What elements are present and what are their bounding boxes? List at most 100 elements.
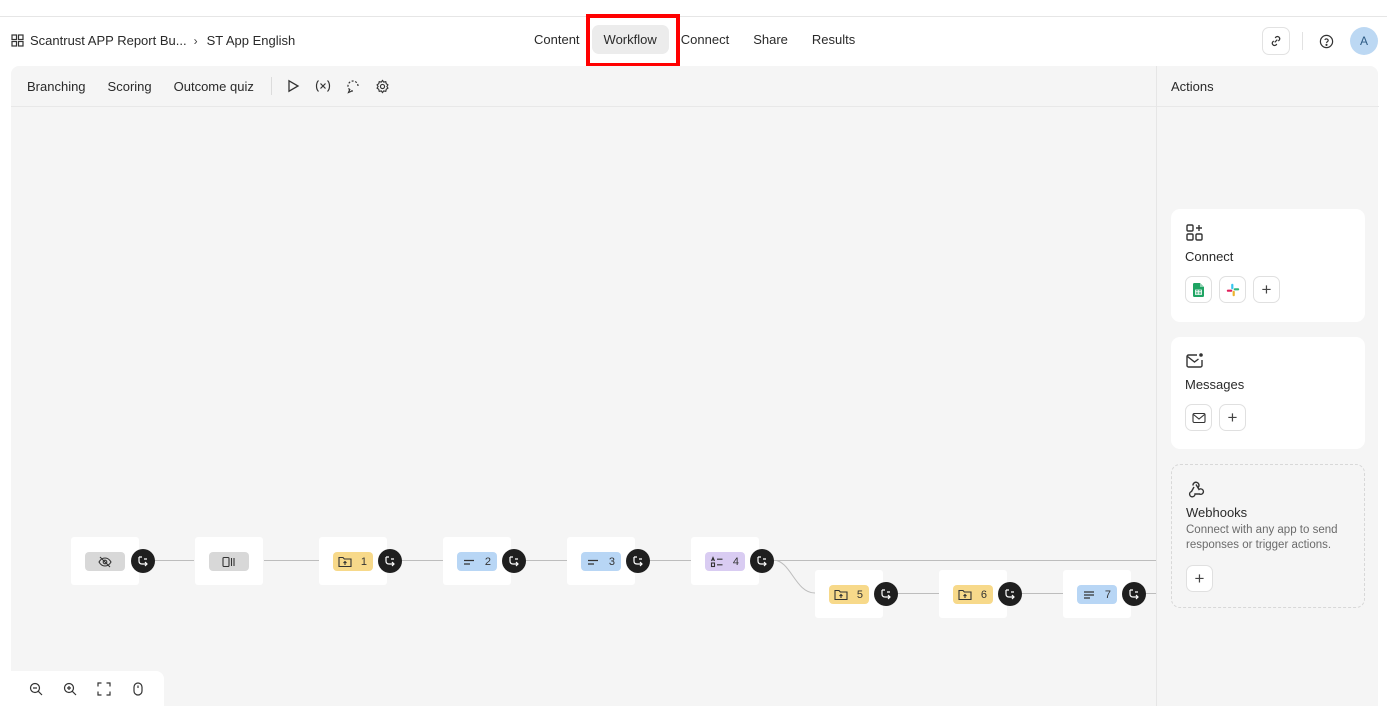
variables-icon xyxy=(315,80,330,92)
top-header: Scantrust APP Report Bu... › ST App Engl… xyxy=(0,17,1387,65)
node-number: 5 xyxy=(856,588,863,601)
branch-button[interactable] xyxy=(626,549,650,573)
messages-title: Messages xyxy=(1185,377,1245,392)
eye-off-icon xyxy=(97,556,112,567)
settings-button[interactable] xyxy=(368,72,398,100)
node-number: 2 xyxy=(484,555,491,568)
workflow-canvas[interactable]: Branching Scoring Outcome quiz 1 2 3 4 5… xyxy=(11,66,1156,706)
webhooks-card: Webhooks Connect with any app to send re… xyxy=(1171,464,1365,608)
branch-button[interactable] xyxy=(750,549,774,573)
mail-notification-icon xyxy=(1186,353,1203,368)
avatar[interactable]: A xyxy=(1350,27,1378,55)
logic-button[interactable] xyxy=(338,72,368,100)
branching-button[interactable]: Branching xyxy=(16,73,97,100)
fit-screen-button[interactable] xyxy=(87,675,121,703)
node-pill xyxy=(85,552,125,571)
webhooks-description: Connect with any app to send responses o… xyxy=(1186,524,1338,551)
help-icon xyxy=(1319,34,1333,48)
breadcrumb-project[interactable]: Scantrust APP Report Bu... xyxy=(30,33,187,48)
group-icon xyxy=(834,589,848,601)
actions-divider xyxy=(1157,106,1379,107)
workflow-node[interactable]: 6 xyxy=(939,570,1007,618)
webhooks-title: Webhooks xyxy=(1186,505,1248,520)
welcome-screen-icon xyxy=(221,556,235,567)
node-pill: 2 xyxy=(457,552,497,571)
tab-results[interactable]: Results xyxy=(800,25,867,54)
actions-panel: Actions Connect + Messages + Webhooks Co… xyxy=(1156,66,1379,706)
add-integration-button[interactable]: + xyxy=(1253,276,1280,303)
branch-icon xyxy=(385,556,395,567)
branch-button[interactable] xyxy=(874,582,898,606)
settings-icon xyxy=(376,78,390,94)
add-webhook-button[interactable]: + xyxy=(1186,565,1213,592)
branch-button[interactable] xyxy=(131,549,155,573)
outcome-quiz-button[interactable]: Outcome quiz xyxy=(163,73,265,100)
group-icon xyxy=(338,556,352,568)
workflow-edge xyxy=(773,560,1156,561)
zoom-out-button[interactable] xyxy=(19,675,53,703)
chevron-right-icon: › xyxy=(193,33,198,48)
node-number: 7 xyxy=(1104,588,1111,601)
help-button[interactable] xyxy=(1312,27,1340,55)
webhook-icon xyxy=(1188,481,1205,498)
mouse-mode-button[interactable] xyxy=(121,675,155,703)
workflow-node[interactable]: 7 xyxy=(1063,570,1131,618)
multiple-choice-icon xyxy=(710,555,723,567)
email-button[interactable] xyxy=(1185,404,1212,431)
link-icon xyxy=(1271,35,1281,47)
webhooks-buttons: + xyxy=(1186,565,1350,592)
workflow-edge xyxy=(897,593,939,594)
zoom-in-button[interactable] xyxy=(53,675,87,703)
workflow-toolbar: Branching Scoring Outcome quiz xyxy=(11,66,1156,107)
workflow-node[interactable]: 4 xyxy=(691,537,759,585)
workflow-node[interactable]: 2 xyxy=(443,537,511,585)
preview-button[interactable] xyxy=(278,72,308,100)
connect-title: Connect xyxy=(1185,249,1234,264)
node-pill xyxy=(209,552,249,571)
node-number: 4 xyxy=(732,555,739,568)
workflow-node[interactable]: 3 xyxy=(567,537,635,585)
highlight-annotation xyxy=(586,14,680,67)
long-text-icon xyxy=(1084,590,1094,599)
short-text-icon xyxy=(588,559,598,565)
group-icon xyxy=(958,589,972,601)
tab-share[interactable]: Share xyxy=(741,25,800,54)
plus-icon: + xyxy=(1227,408,1238,427)
copy-link-button[interactable] xyxy=(1262,27,1290,55)
messages-card: Messages + xyxy=(1171,337,1365,449)
workflow-node[interactable] xyxy=(195,537,263,585)
node-pill: 7 xyxy=(1077,585,1117,604)
branch-button[interactable] xyxy=(378,549,402,573)
short-text-icon xyxy=(464,559,474,565)
workflow-edge xyxy=(1145,593,1156,594)
mail-icon xyxy=(1191,412,1206,423)
slack-button[interactable] xyxy=(1219,276,1246,303)
workflow-node[interactable] xyxy=(71,537,139,585)
branch-button[interactable] xyxy=(1122,582,1146,606)
workflow-node[interactable]: 1 xyxy=(319,537,387,585)
branch-icon xyxy=(1005,589,1015,600)
breadcrumb-page[interactable]: ST App English xyxy=(207,33,296,48)
header-actions: A xyxy=(1262,27,1378,55)
messages-buttons: + xyxy=(1185,404,1351,431)
node-number: 3 xyxy=(608,555,615,568)
branch-button[interactable] xyxy=(502,549,526,573)
node-pill: 4 xyxy=(705,552,745,571)
mouse-icon xyxy=(133,681,143,696)
branch-button[interactable] xyxy=(998,582,1022,606)
scoring-button[interactable]: Scoring xyxy=(97,73,163,100)
connect-card: Connect + xyxy=(1171,209,1365,322)
workflow-node[interactable]: 5 xyxy=(815,570,883,618)
node-pill: 5 xyxy=(829,585,869,604)
logic-loop-icon xyxy=(347,80,359,94)
slack-icon xyxy=(1226,283,1239,296)
plus-icon: + xyxy=(1261,280,1272,299)
add-message-button[interactable]: + xyxy=(1219,404,1246,431)
variables-button[interactable] xyxy=(308,72,338,100)
branch-icon xyxy=(1129,589,1139,600)
workspace-grid-icon[interactable] xyxy=(11,34,24,47)
connect-buttons: + xyxy=(1185,276,1351,303)
google-sheets-button[interactable] xyxy=(1185,276,1212,303)
google-sheets-icon xyxy=(1193,282,1204,297)
tab-content[interactable]: Content xyxy=(522,25,592,54)
